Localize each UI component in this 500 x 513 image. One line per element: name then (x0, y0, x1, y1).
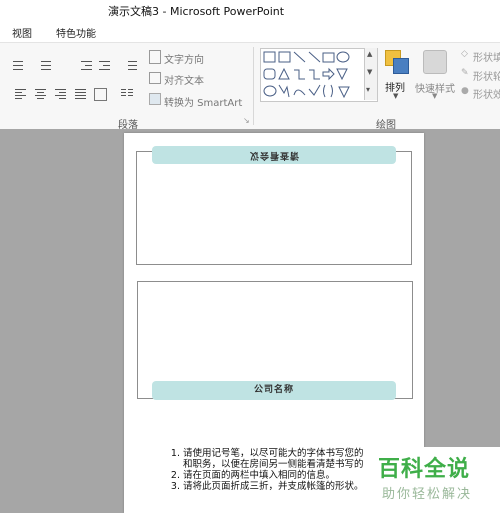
bullets-icon[interactable] (12, 59, 25, 71)
increase-indent-icon[interactable] (98, 59, 111, 71)
align-text-button[interactable]: 对齐文本 (164, 72, 204, 87)
shape-outline-button[interactable]: ✎ 形状轮 (461, 68, 500, 83)
gallery-scrollbar[interactable]: ▲ ▼ ▾ (364, 48, 377, 100)
quick-styles-dropdown-icon: ▼ (432, 92, 438, 100)
instruction-item: 请在页面的两栏中填入相同的信息。 (183, 470, 369, 481)
align-right-icon[interactable] (54, 88, 67, 100)
instruction-item: 请将此页面折成三折，并支成帐篷的形状。 (183, 481, 369, 492)
watermark: 百科全说 助你轻松解决 (372, 447, 500, 513)
columns-icon[interactable] (120, 88, 133, 100)
line-spacing-icon[interactable] (124, 59, 137, 71)
align-text-icon[interactable] (149, 72, 161, 84)
top-text-panel[interactable] (136, 151, 412, 265)
arrange-dropdown-icon: ▼ (393, 92, 399, 100)
watermark-brand: 百科全说 (378, 457, 471, 482)
scroll-up-icon[interactable]: ▲ (367, 50, 372, 58)
window-title: 演示文稿3 - Microsoft PowerPoint (108, 5, 285, 18)
align-center-icon[interactable] (34, 88, 47, 100)
quick-styles-button[interactable]: 快速样式 ▼ (414, 48, 458, 104)
align-left-icon[interactable] (14, 88, 27, 100)
bottom-banner-text: 公司名称 (253, 385, 294, 395)
pen-icon: ✎ (461, 68, 469, 78)
tab-view[interactable]: 视图 (12, 25, 32, 40)
arrange-button[interactable]: 排列 ▼ (381, 48, 413, 104)
top-banner-text: 请查看会议 (248, 150, 299, 160)
paint-bucket-icon: ◇ (461, 49, 468, 59)
tab-special-features[interactable]: 特色功能 (56, 25, 96, 40)
shape-fill-button[interactable]: ◇ 形状填 (461, 49, 500, 64)
instruction-item: 请使用记号笔，以尽可能大的字体书写您的和职务，以便在房间另一侧能看清楚书写的 (183, 448, 369, 470)
shapes-gallery[interactable] (260, 48, 378, 102)
smartart-icon[interactable] (149, 93, 161, 105)
scroll-down-icon[interactable]: ▼ (367, 68, 372, 76)
instructions-list[interactable]: 请使用记号笔，以尽可能大的字体书写您的和职务，以便在房间另一侧能看清楚书写的 请… (169, 448, 369, 492)
text-direction-icon[interactable] (149, 50, 161, 64)
justify-icon[interactable] (74, 88, 87, 100)
distributed-icon[interactable] (94, 88, 107, 101)
dialog-launcher-icon[interactable]: ↘ (243, 116, 250, 125)
group-divider (253, 47, 254, 125)
effects-icon: ● (461, 86, 469, 96)
quick-styles-icon (423, 50, 447, 74)
decrease-indent-icon[interactable] (80, 59, 93, 71)
bottom-banner[interactable]: 公司名称 (152, 381, 396, 400)
more-icon[interactable]: ▾ (366, 85, 370, 94)
numbering-icon[interactable] (40, 59, 53, 71)
title-bar: 演示文稿3 - Microsoft PowerPoint (0, 0, 500, 20)
convert-smartart-button[interactable]: 转换为 SmartArt (164, 94, 242, 109)
shapes-icons (263, 51, 350, 99)
text-direction-button[interactable]: 文字方向 (164, 51, 204, 66)
menu-bar: 视图 特色功能 (0, 20, 500, 42)
watermark-tagline: 助你轻松解决 (382, 487, 473, 502)
shape-effects-button[interactable]: ● 形状效 (461, 86, 500, 101)
top-banner[interactable]: 请查看会议 (152, 146, 396, 164)
